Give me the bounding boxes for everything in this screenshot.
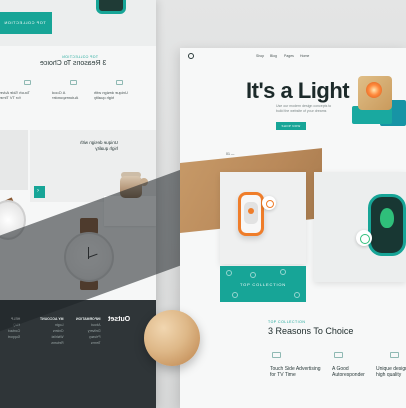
feature-text-2: A Good Autoresponder	[332, 366, 365, 378]
leaf-badge-icon[interactable]	[356, 230, 372, 246]
footer-logo[interactable]: Outset	[108, 316, 130, 323]
feature-icon-2	[334, 352, 343, 358]
left-next-button[interactable]: ›	[34, 186, 45, 198]
wood-sphere-image	[144, 310, 200, 366]
left-feature-text-3: Unique design with high quality	[94, 90, 128, 100]
doodle-icon	[280, 269, 286, 275]
nav-item-blog[interactable]: Blog	[270, 54, 277, 58]
left-section-title: 3 Reasons To Choice	[40, 60, 107, 67]
doodle-icon	[226, 270, 232, 276]
nav-item-home[interactable]: Home	[300, 54, 309, 58]
feature-text-3: Unique design with high quality	[376, 366, 406, 378]
left-device-image	[96, 0, 126, 14]
logo-icon[interactable]	[188, 53, 194, 59]
nav-item-pages[interactable]: Pages	[284, 54, 294, 58]
footer-link[interactable]: Orders	[53, 329, 64, 333]
footer-column-title: MY ACCOUNT	[40, 317, 64, 321]
left-feature-text-1: Touch Side Adve for TV Time	[0, 90, 30, 100]
shop-now-button[interactable]: SHOP NOW	[276, 122, 306, 130]
doodle-icon	[294, 292, 300, 298]
footer-link[interactable]: Privacy	[89, 335, 100, 339]
device-indicator	[248, 208, 254, 214]
footer-link[interactable]: Support	[8, 335, 20, 339]
doodle-icon	[250, 272, 256, 278]
footer-link[interactable]: Contact	[8, 329, 20, 333]
footer-column-1: INFORMATION About Delivery Privacy Terms	[76, 316, 100, 346]
top-collection-banner[interactable]: TOP COLLECTION	[220, 266, 306, 302]
footer-column-title: INFORMATION	[76, 317, 101, 321]
footer-link[interactable]: Wishlist	[51, 335, 63, 339]
left-product-card-small[interactable]	[0, 130, 28, 190]
lamp-bulb-image	[366, 82, 382, 98]
collection-banner-label: TOP COLLECTION	[240, 282, 286, 287]
feature-icon-1	[272, 352, 281, 358]
footer-link[interactable]: About	[91, 323, 100, 327]
nav-item-shop[interactable]: Shop	[256, 54, 264, 58]
mockup-stage: TOP COLLECTION TOP COLLECTION 3 Reasons …	[0, 0, 406, 408]
refresh-icon[interactable]	[262, 196, 276, 210]
footer-link[interactable]: Delivery	[88, 329, 101, 333]
footer-link[interactable]: Login	[55, 323, 64, 327]
doodle-icon	[232, 292, 238, 298]
left-section-label: TOP COLLECTION	[62, 55, 99, 59]
feature-text-1: Touch Side Advertising for TV Time	[270, 366, 321, 378]
hero-title: It's a Light	[246, 78, 350, 103]
left-feature-icon-3	[116, 80, 123, 85]
leaf-icon	[380, 208, 394, 228]
feature-icon-3	[390, 352, 399, 358]
slide-pager[interactable]: 01 —	[226, 152, 234, 156]
section-title: 3 Reasons To Choice	[268, 326, 354, 336]
left-feature-icon-2	[70, 80, 77, 85]
left-card-text: Unique design with high quality	[80, 140, 119, 151]
footer-link[interactable]: Returns	[51, 341, 63, 345]
hero-subtitle: Use our modern design concepts to build …	[276, 104, 332, 113]
section-label: TOP COLLECTION	[268, 320, 306, 324]
left-feature-text-2: A Good Autoresponder	[52, 90, 79, 100]
footer-column-2: MY ACCOUNT Login Orders Wishlist Returns	[40, 316, 64, 346]
arrow-right-icon: ›	[37, 188, 39, 194]
top-nav: Shop Blog Pages Home	[180, 52, 406, 62]
footer-link[interactable]: Terms	[91, 341, 101, 345]
right-mockup-page: Shop Blog Pages Home It's a Light Use ou…	[180, 48, 406, 408]
left-collection-label: TOP COLLECTION	[4, 20, 46, 25]
left-feature-icon-1	[24, 80, 31, 85]
left-collection-card[interactable]: TOP COLLECTION	[0, 12, 52, 34]
